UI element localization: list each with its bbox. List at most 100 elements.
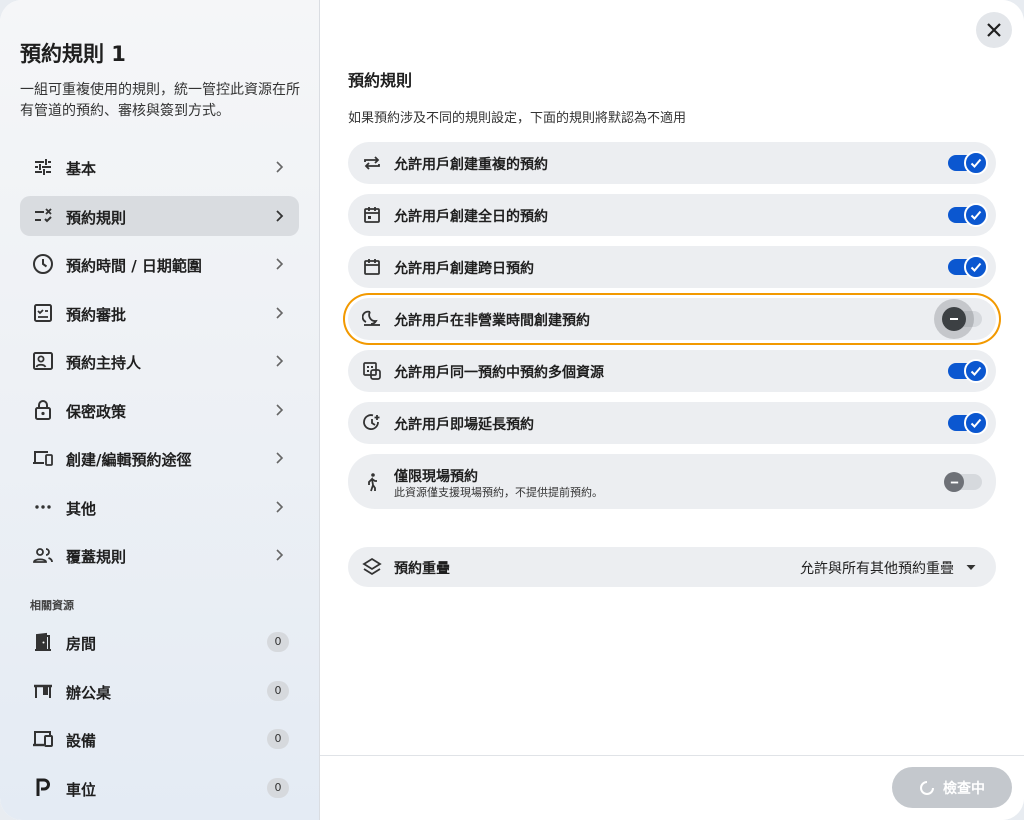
rule-label: 允許用戶同一預約中預約多個資源 (394, 365, 604, 381)
rule-label: 允許用戶創建重複的預約 (394, 157, 548, 173)
resource-label: 設備 (66, 732, 97, 750)
chevron-right-icon (276, 404, 284, 416)
check-icon (970, 158, 982, 168)
overlap-row: 預約重疊 允許與所有其他預約重疊 (348, 547, 996, 587)
chevron-right-icon (276, 355, 284, 367)
sidebar-item-basic[interactable]: 基本 (20, 147, 299, 187)
booking-rule-dialog: 預約規則 1 一組可重複使用的規則，統一管控此資源在所有管道的預約、審核與簽到方… (0, 0, 1024, 820)
count-badge: 0 (267, 681, 289, 701)
check-icon (970, 262, 982, 272)
close-icon (987, 23, 1001, 37)
rule-toggle[interactable] (948, 411, 988, 435)
tune-icon (32, 156, 54, 178)
toggle-knob (964, 255, 988, 279)
chevron-right-icon (276, 452, 284, 464)
rule-label: 僅限現場預約 (394, 469, 478, 485)
extend-time-icon (363, 414, 380, 430)
sidebar-item-time-range[interactable]: 預約時間 / 日期範圍 (20, 244, 299, 284)
rule-row-walk-in: 僅限現場預約 此資源僅支援現場預約，不提供提前預約。 (348, 454, 996, 509)
rule-label: 允許用戶創建跨日預約 (394, 261, 534, 277)
sidebar-item-label: 覆蓋規則 (66, 548, 127, 566)
check-icon (970, 366, 982, 376)
layers-icon (362, 557, 382, 576)
sidebar-item-privacy[interactable]: 保密政策 (20, 390, 299, 430)
footer-divider (320, 755, 1024, 756)
spinner-icon (920, 780, 934, 795)
rule-row-extend: 允許用戶即場延長預約 (348, 402, 996, 444)
sidebar-item-host[interactable]: 預約主持人 (20, 341, 299, 381)
overlap-select[interactable]: 允許與所有其他預約重疊 (800, 558, 954, 578)
host-icon (32, 350, 54, 372)
resource-item-devices[interactable]: 設備 0 (20, 719, 299, 759)
toggle-knob (964, 359, 988, 383)
checking-button[interactable]: 檢查中 (892, 767, 1012, 808)
sidebar-item-label: 預約主持人 (66, 354, 142, 372)
rule-toggle[interactable] (948, 255, 988, 279)
clock-icon (32, 253, 54, 275)
rule-label: 允許用戶即場延長預約 (394, 417, 534, 433)
resource-label: 辦公桌 (66, 684, 112, 702)
calendar-icon (364, 259, 380, 275)
resource-item-desks[interactable]: 辦公桌 0 (20, 671, 299, 711)
multi-resource-icon (363, 362, 381, 380)
resource-label: 車位 (66, 781, 97, 799)
rule-row-multi-day: 允許用戶創建跨日預約 (348, 246, 996, 288)
rule-label: 允許用戶創建全日的預約 (394, 209, 548, 225)
sidebar-item-label: 預約規則 (66, 209, 127, 227)
rule-row-multi-resource: 允許用戶同一預約中預約多個資源 (348, 350, 996, 392)
sidebar-item-label: 預約審批 (66, 306, 127, 324)
resource-item-parking[interactable]: 車位 0 (20, 768, 299, 808)
page-description: 一組可重複使用的規則，統一管控此資源在所有管道的預約、審核與簽到方式。 (20, 82, 300, 119)
rule-row-recurring: 允許用戶創建重複的預約 (348, 142, 996, 184)
close-button[interactable] (976, 12, 1012, 48)
chevron-right-icon (276, 210, 284, 222)
toggle-knob (964, 203, 988, 227)
toggle-knob (964, 151, 988, 175)
sidebar-item-override[interactable]: 覆蓋規則 (20, 535, 299, 575)
sidebar-item-other[interactable]: 其他 (20, 487, 299, 527)
rule-toggle[interactable] (948, 151, 988, 175)
check-icon (970, 210, 982, 220)
sidebar-item-label: 創建/編輯預約途徑 (66, 451, 192, 469)
minus-icon (950, 481, 958, 483)
rule-label: 允許用戶在非營業時間創建預約 (394, 313, 590, 329)
rule-icon (32, 205, 54, 227)
chevron-right-icon (276, 258, 284, 270)
count-badge: 0 (267, 778, 289, 798)
toggle-knob (944, 472, 964, 492)
repeat-icon (364, 156, 380, 170)
sidebar-item-channels[interactable]: 創建/編輯預約途徑 (20, 438, 299, 478)
check-icon (970, 418, 982, 428)
devices-icon (32, 447, 54, 469)
desk-icon (32, 680, 54, 702)
sidebar-item-label: 基本 (66, 160, 97, 178)
door-icon (32, 631, 54, 653)
device-icon (32, 728, 54, 750)
dropdown-arrow-icon[interactable] (964, 560, 978, 574)
rule-row-after-hours: 允許用戶在非營業時間創建預約 (348, 298, 996, 340)
sidebar-item-label: 其他 (66, 500, 97, 518)
overlap-label: 預約重疊 (394, 561, 450, 577)
section-description: 如果預約涉及不同的規則設定，下面的規則將默認為不適用 (348, 111, 687, 126)
toggle-knob (964, 411, 988, 435)
count-badge: 0 (267, 632, 289, 652)
section-title: 預約規則 (348, 71, 413, 90)
chevron-right-icon (276, 501, 284, 513)
parking-icon (32, 777, 54, 799)
calendar-day-icon (364, 207, 380, 223)
rule-toggle[interactable] (948, 203, 988, 227)
page-title: 預約規則 1 (20, 42, 126, 66)
toggle-knob (942, 307, 966, 331)
related-resources-heading: 相關資源 (30, 599, 74, 612)
checking-label: 檢查中 (943, 780, 985, 797)
sidebar-item-approval[interactable]: 預約審批 (20, 293, 299, 333)
night-icon (362, 310, 380, 326)
resource-item-rooms[interactable]: 房間 0 (20, 622, 299, 662)
rule-toggle[interactable] (948, 359, 988, 383)
rule-row-all-day: 允許用戶創建全日的預約 (348, 194, 996, 236)
group-icon (32, 544, 54, 566)
rule-toggle[interactable] (942, 307, 982, 331)
rule-toggle[interactable] (944, 472, 982, 492)
sidebar-item-booking-rules[interactable]: 預約規則 (20, 196, 299, 236)
minus-icon (950, 318, 958, 320)
